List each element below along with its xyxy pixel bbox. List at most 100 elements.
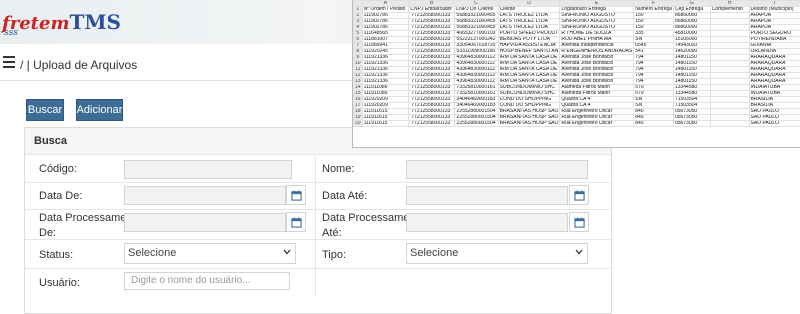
brand-logo: fretemTMS sss [2, 10, 121, 34]
row-number[interactable]: 18 [354, 109, 363, 115]
tipo-label: Tipo: [322, 248, 346, 263]
tipo-select[interactable]: Selecione [406, 243, 588, 264]
table-cell[interactable]: '43964830000112 [454, 55, 498, 61]
table-cell[interactable]: '34046469000183 [454, 97, 498, 103]
table-cell[interactable]: '55223127000242 [454, 37, 498, 43]
table-cell[interactable]: SAO PAULO [749, 121, 800, 127]
row-number[interactable]: 20 [354, 121, 363, 127]
table-cell[interactable]: '77212558000133 [409, 37, 454, 43]
table-cell[interactable]: IRM DA SANTA CASA DE [498, 61, 560, 67]
table-cell[interactable]: '77212558000133 [409, 109, 454, 115]
table-cell[interactable]: R ENGENHEIROS ANDRADAS [560, 49, 634, 55]
table-cell[interactable]: '53311999000156 [454, 49, 498, 55]
table-cell[interactable]: '22552880001504 [454, 115, 498, 121]
header-cell[interactable]: Nº Ordem / Pedido [362, 7, 409, 13]
table-cell[interactable]: '56883321000455 [454, 19, 498, 25]
row-number[interactable]: 15 [354, 91, 363, 97]
table-cell[interactable]: '77212558000133 [409, 61, 454, 67]
row-number[interactable]: 13 [354, 79, 363, 85]
table-cell[interactable]: '77212558000133 [409, 91, 454, 97]
data-processamento-de-input[interactable] [124, 213, 286, 232]
table-cell[interactable]: IRM DA SANTA CASA DE [498, 79, 560, 85]
table-cell[interactable]: 840 [634, 121, 674, 127]
header-cell[interactable]: Destino (Município) [749, 7, 800, 13]
table-cell[interactable]: '56883321000455 [454, 25, 498, 31]
table-cell[interactable]: '73325810000161 [454, 91, 498, 97]
table-cell[interactable]: '34046469000183 [454, 103, 498, 109]
table-cell[interactable]: '40653277000103 [454, 31, 498, 37]
table-cell[interactable]: '77212558000133 [409, 115, 454, 121]
nome-input[interactable] [406, 160, 588, 179]
spreadsheet-table: ABCDEFGHI1Nº Ordem / PedidoCNPJ Embarcad… [353, 0, 800, 127]
codigo-input[interactable] [124, 160, 292, 179]
table-cell[interactable]: IRM DA SANTA CASA DE [498, 73, 560, 79]
table-cell[interactable]: COND DO SHOPPING [498, 97, 560, 103]
table-cell[interactable]: '33054067018720 [454, 43, 498, 49]
table-cell[interactable]: '77212558000133 [409, 103, 454, 109]
table-cell[interactable]: BRASANITAS HOSP SAO [498, 121, 560, 127]
breadcrumb: / | Upload de Arquivos [20, 58, 137, 72]
divider [25, 209, 611, 210]
table-cell[interactable]: '77212558000133 [409, 55, 454, 61]
calendar-icon[interactable] [286, 212, 306, 232]
header-cell[interactable]: Numero Entrega [634, 7, 674, 13]
table-cell[interactable]: HAPVIDA ASSISTENCIA [498, 43, 560, 49]
calendar-icon[interactable] [286, 185, 306, 205]
table-cell[interactable]: HOSP BENEF SANTO AN [498, 49, 560, 55]
status-select[interactable]: Selecione [124, 243, 296, 264]
table-cell[interactable]: 111911615 [362, 121, 409, 127]
table-cell[interactable]: IRM DA SANTA CASA DE [498, 67, 560, 73]
table-cell[interactable]: '77212558000133 [409, 19, 454, 25]
row-number[interactable]: 14 [354, 85, 363, 91]
table-cell[interactable]: '43964830000112 [454, 79, 498, 85]
table-cell[interactable]: 05673050 [673, 121, 710, 127]
table-cell[interactable]: '43964830000112 [454, 73, 498, 79]
table-cell[interactable]: '22552880001504 [454, 121, 498, 127]
table-cell[interactable]: IRM DA SANTA CASA DE [498, 55, 560, 61]
table-cell[interactable]: SUBCONDOMINIO SHC [498, 91, 560, 97]
table-cell[interactable]: '56883321000455 [454, 13, 498, 19]
calendar-icon[interactable] [569, 185, 589, 205]
table-cell[interactable] [710, 121, 749, 127]
calendar-icon[interactable] [569, 212, 589, 232]
nome-label: Nome: [322, 162, 354, 177]
table-cell[interactable]: '77212558000133 [409, 85, 454, 91]
table-cell[interactable]: BRASANITAS HOSP SAO [498, 109, 560, 115]
data-de-input[interactable] [124, 186, 286, 205]
data-processamento-ate-input[interactable] [406, 213, 568, 232]
search-panel-title: Busca [34, 135, 67, 147]
table-cell[interactable]: '77212558000133 [409, 97, 454, 103]
table-cell[interactable]: '77212558000133 [409, 31, 454, 37]
table-cell[interactable]: '77212558000133 [409, 25, 454, 31]
table-cell[interactable]: '22552880001504 [454, 109, 498, 115]
table-cell[interactable]: Rua Engenheiro Oscar [560, 121, 634, 127]
table-cell[interactable]: COND DO SHOPPING [498, 103, 560, 109]
table-cell[interactable]: '77212558000133 [409, 43, 454, 49]
table-cell[interactable]: '77212558000133 [409, 73, 454, 79]
row-number[interactable]: 17 [354, 103, 363, 109]
table-cell[interactable]: PORTO SPEED PRODUT [498, 31, 560, 37]
data-ate-input[interactable] [406, 186, 568, 205]
codigo-label: Código: [39, 162, 77, 177]
row-number[interactable]: 10 [354, 61, 363, 67]
row-number[interactable]: 12 [354, 73, 363, 79]
table-cell[interactable]: '43964830000112 [454, 61, 498, 67]
table-cell[interactable]: '77212558000133 [409, 67, 454, 73]
table-cell[interactable]: SUBCONDOMINIO SHC [498, 85, 560, 91]
header-cell[interactable]: CNPJ Do Cliente [454, 7, 498, 13]
header-cell[interactable]: CNPJ Embarcador [409, 7, 454, 13]
data-de-label: Data De: [39, 189, 82, 204]
usuario-input[interactable]: Digite o nome do usuário... [124, 272, 290, 290]
add-button[interactable]: Adicionar [76, 99, 123, 121]
row-number[interactable]: 16 [354, 97, 363, 103]
search-button[interactable]: Buscar [26, 99, 64, 121]
table-cell[interactable]: '77212558000133 [409, 13, 454, 19]
table-cell[interactable]: '77212558000133 [409, 49, 454, 55]
row-number[interactable]: 19 [354, 115, 363, 121]
table-cell[interactable]: '73325810000161 [454, 85, 498, 91]
table-cell[interactable]: '43964830000112 [454, 67, 498, 73]
table-cell[interactable]: '77212558000133 [409, 121, 454, 127]
menu-icon[interactable] [3, 56, 15, 68]
table-cell[interactable]: '77212558000133 [409, 79, 454, 85]
table-cell[interactable]: BRASANITAS HOSP SAO [498, 115, 560, 121]
